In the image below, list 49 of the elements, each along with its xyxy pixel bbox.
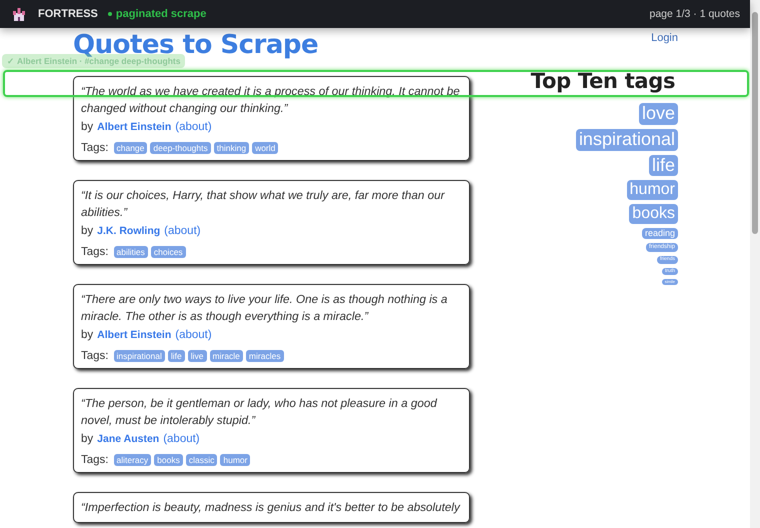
tag-link[interactable]: abilities [114,246,148,258]
tag-link[interactable]: world [252,142,278,154]
quote-text: “The person, be it gentleman or lady, who has not pleasure in a good novel, must be intolerably stupid.” [81,396,438,429]
castle-icon [12,7,26,21]
author-name: Albert Einstein [97,121,172,133]
tag-link[interactable]: life [648,154,678,176]
tags-label: Tags: [81,454,108,466]
tags-label: Tags: [81,246,108,258]
page-info: page 1/3 · 1 quotes [650,8,740,20]
quote-text: “It is our choices, Harry, that show what we truly are, far more than our abilities.” [81,188,446,221]
tag-link[interactable]: humor [626,180,678,200]
tag-link[interactable]: live [188,350,207,362]
tag-link[interactable]: miracles [246,350,284,362]
quote-text: “Imperfection is beauty, madness is genius and it's better to be absolutely [81,500,462,516]
scrollbar[interactable] [750,0,760,528]
by-label: by [81,329,94,341]
quote-text: “The world as we have created it is a process of our thinking. It cannot be changed without changing our thinking.” [81,84,461,117]
tag-link[interactable]: books [154,454,183,466]
tags-heading: Top Ten tags [530,69,676,93]
tag-link[interactable]: reading [642,228,678,240]
tag-link[interactable]: humor [220,454,250,466]
tag-link[interactable]: inspirational [114,350,165,362]
author-name: J.K. Rowling [97,225,160,237]
author-name: Jane Austen [97,433,160,445]
tags-label: Tags: [81,350,108,362]
status-label: paginated scrape [116,8,206,20]
by-label: by [81,225,94,237]
tag-link[interactable]: deep-thoughts [150,142,211,154]
login-link[interactable]: Login [651,32,678,44]
tag-link[interactable]: life [168,350,185,362]
app-name: FORTRESS [38,8,98,20]
tags-label: Tags: [81,142,108,154]
tag-link[interactable]: miracle [210,350,243,362]
tag-link[interactable]: books [629,204,678,224]
about-link[interactable]: (about) [164,225,201,237]
tag-link[interactable]: inspirational [576,128,678,151]
tag-link[interactable]: aliteracy [114,454,152,466]
tag-link[interactable]: love [638,103,678,125]
about-link[interactable]: (about) [163,433,200,445]
about-link[interactable]: (about) [175,121,212,133]
quote-text: “There are only two ways to live your life. One is as though nothing is a miracle. The other is as though everything is a miracle.” [81,292,448,325]
tag-link[interactable]: classic [186,454,218,466]
about-link[interactable]: (about) [175,329,212,341]
by-label: by [81,121,94,133]
author-name: Albert Einstein [97,329,172,341]
tag-link[interactable]: choices [150,246,186,258]
tag-link[interactable]: change [114,142,148,154]
tag-link[interactable]: thinking [214,142,250,154]
by-label: by [81,433,94,445]
